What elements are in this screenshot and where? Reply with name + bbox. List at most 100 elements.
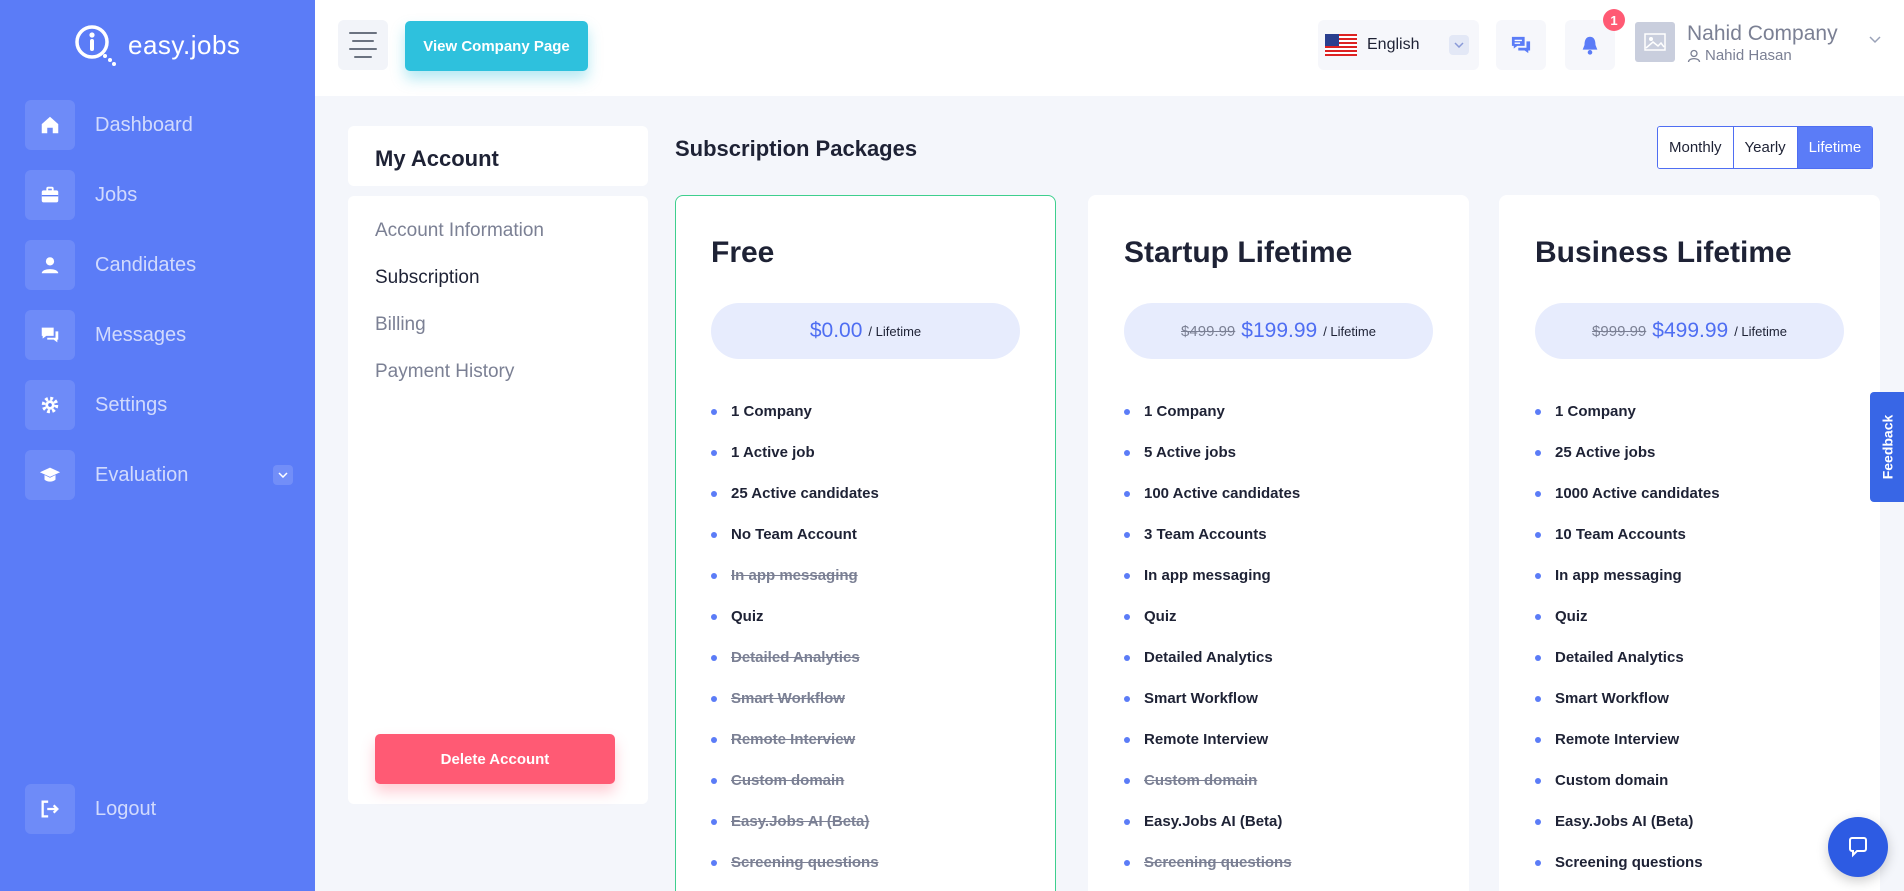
home-icon [25, 100, 75, 150]
sidebar-item-jobs[interactable]: Jobs [25, 170, 293, 220]
feature-item: Detailed Analytics [711, 637, 879, 678]
feature-item: 24/7 Support [1535, 883, 1720, 891]
price: $0.00 [809, 319, 863, 342]
period-monthly-button[interactable]: Monthly [1658, 127, 1733, 168]
feature-item: Smart Workflow [711, 678, 879, 719]
price: $199.99 [1241, 319, 1318, 342]
sidebar-item-label: Settings [95, 393, 168, 416]
sidebar: easy.jobs Dashboard Jobs Candidates Mess… [0, 0, 315, 891]
gear-icon [25, 380, 75, 430]
price-pill: $0.00 / Lifetime [711, 303, 1020, 359]
feature-item: Screening questions [1535, 842, 1720, 883]
subscription-packages-title: Subscription Packages [675, 136, 918, 161]
old-price: $499.99 [1181, 322, 1236, 340]
feature-item: Detailed Analytics [1124, 637, 1300, 678]
messages-button[interactable] [1496, 20, 1546, 70]
account-menu-payment-history[interactable]: Payment History [375, 361, 514, 383]
plan-card[interactable]: Startup Lifetime $499.99 $199.99 / Lifetime… [1088, 195, 1469, 891]
user-menu[interactable]: Nahid Company Nahid Hasan [1635, 22, 1838, 64]
account-menu-subscription[interactable]: Subscription [375, 267, 480, 289]
feature-list: 1 Company 1 Active job 25 Active candidate… [711, 391, 879, 891]
language-label: English [1367, 36, 1420, 53]
avatar [1635, 22, 1675, 62]
chevron-down-icon[interactable] [1869, 36, 1881, 44]
brand[interactable]: easy.jobs [72, 22, 240, 68]
logout-button[interactable]: Logout [25, 784, 156, 834]
feature-item: 1 Active job [711, 432, 879, 473]
feature-item: In app messaging [1124, 555, 1300, 596]
sidebar-item-evaluation[interactable]: Evaluation [25, 450, 293, 500]
sidebar-item-dashboard[interactable]: Dashboard [25, 100, 293, 150]
view-company-page-button[interactable]: View Company Page [405, 21, 588, 71]
feature-item: 1 Company [711, 391, 879, 432]
feature-item: 1 Company [1124, 391, 1300, 432]
price: $499.99 [1652, 319, 1729, 342]
plan-card[interactable]: Free $0.00 / Lifetime 1 Company 1 Active job… [675, 195, 1056, 891]
user-name-row: Nahid Hasan [1687, 47, 1838, 64]
chat-icon [1511, 36, 1531, 54]
feature-item: 1 Company [1535, 391, 1720, 432]
feature-item: Easy.Jobs AI (Beta) [711, 801, 879, 842]
feature-list: 1 Company 25 Active jobs 1000 Active candi… [1535, 391, 1720, 891]
period-lifetime-button[interactable]: Lifetime [1796, 127, 1873, 168]
user-name: Nahid Hasan [1705, 47, 1792, 65]
company-name: Nahid Company [1687, 22, 1838, 45]
menu-toggle-button[interactable] [338, 20, 388, 70]
feature-item: 25 Active jobs [1535, 432, 1720, 473]
price-pill: $499.99 $199.99 / Lifetime [1124, 303, 1433, 359]
chevron-down-icon[interactable] [273, 465, 293, 485]
feature-item: Remote Interview [1124, 719, 1300, 760]
notifications-button[interactable]: 1 [1565, 9, 1625, 70]
feature-item: Custom domain [1124, 760, 1300, 801]
bell-icon [1582, 36, 1598, 55]
feature-item: Smart Workflow [1124, 678, 1300, 719]
feature-item: In app messaging [1535, 555, 1720, 596]
feature-item: 24/7 Support [1124, 883, 1300, 891]
easyjobs-logo-icon [75, 25, 116, 66]
feature-item: 5 Active jobs [1124, 432, 1300, 473]
sidebar-item-label: Messages [95, 323, 187, 346]
delete-account-button[interactable]: Delete Account [375, 734, 615, 784]
feedback-tab[interactable]: Feedback [1870, 392, 1904, 502]
feature-item: 24/7 Support [711, 883, 879, 891]
feature-item: 100 Active candidates [1124, 473, 1300, 514]
feature-item: 10 Team Accounts [1535, 514, 1720, 555]
feature-list: 1 Company 5 Active jobs 100 Active candida… [1124, 391, 1300, 891]
feature-item: 1000 Active candidates [1535, 473, 1720, 514]
feature-item: 25 Active candidates [711, 473, 879, 514]
language-selector[interactable]: English [1318, 20, 1479, 70]
user-icon [1687, 49, 1701, 62]
notification-badge: 1 [1603, 9, 1625, 31]
chat-icon [25, 310, 75, 360]
sidebar-nav: Dashboard Jobs Candidates Messages Setti… [25, 100, 293, 520]
feature-item: Smart Workflow [1535, 678, 1720, 719]
account-menu-billing[interactable]: Billing [375, 314, 426, 336]
sidebar-item-label: Candidates [95, 253, 197, 276]
feature-item: In app messaging [711, 555, 879, 596]
period-yearly-button[interactable]: Yearly [1732, 127, 1797, 168]
sidebar-item-settings[interactable]: Settings [25, 380, 293, 430]
plan-card[interactable]: Business Lifetime $999.99 $499.99 / Lifetim… [1499, 195, 1880, 891]
graduation-cap-icon [25, 450, 75, 500]
feature-item: No Team Account [711, 514, 879, 555]
feature-item: Quiz [1535, 596, 1720, 637]
brand-name: easy.jobs [128, 29, 241, 60]
chat-widget-button[interactable] [1828, 817, 1888, 877]
briefcase-icon [25, 170, 75, 220]
user-icon [25, 240, 75, 290]
plan-name: Free [711, 236, 775, 269]
sidebar-item-messages[interactable]: Messages [25, 310, 293, 360]
sidebar-item-candidates[interactable]: Candidates [25, 240, 293, 290]
feature-item: Custom domain [711, 760, 879, 801]
feature-item: Quiz [711, 596, 879, 637]
feedback-label: Feedback [1879, 414, 1895, 480]
feature-item: Detailed Analytics [1535, 637, 1720, 678]
price-unit: / Lifetime [868, 323, 922, 339]
feature-item: Custom domain [1535, 760, 1720, 801]
account-menu-account-information[interactable]: Account Information [375, 220, 544, 242]
feature-item: Screening questions [1124, 842, 1300, 883]
plan-name: Business Lifetime [1535, 236, 1792, 269]
price-unit: / Lifetime [1323, 323, 1376, 339]
feature-item: Easy.Jobs AI (Beta) [1124, 801, 1300, 842]
price-pill: $999.99 $499.99 / Lifetime [1535, 303, 1844, 359]
